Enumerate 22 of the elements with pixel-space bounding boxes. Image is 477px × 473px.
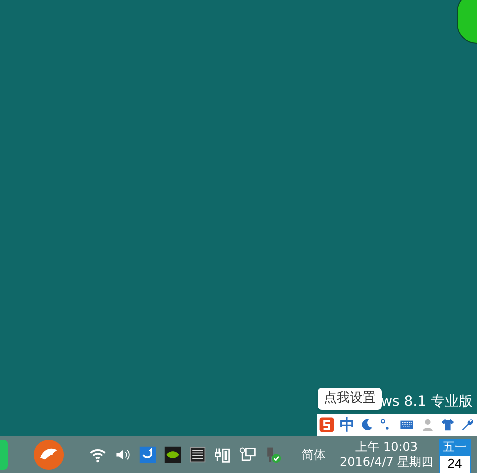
language-indicator[interactable]: 简体 [302, 446, 326, 464]
clock-time: 上午 10:03 [356, 440, 418, 454]
wrench-icon[interactable] [461, 418, 475, 432]
network-monitor-icon[interactable] [239, 446, 257, 464]
clock[interactable]: 上午 10:03 2016/4/7 星期四 [340, 440, 434, 470]
calendar-widget[interactable]: 五一 24 [439, 439, 471, 473]
start-button[interactable] [0, 440, 8, 470]
clock-date: 2016/4/7 星期四 [340, 454, 434, 470]
hook-app-icon[interactable] [139, 446, 157, 464]
shirt-icon[interactable] [440, 418, 456, 432]
calendar-weekday: 五一 [442, 439, 468, 456]
browser-app-icon[interactable] [33, 438, 65, 470]
ime-logo-icon[interactable] [319, 417, 335, 433]
battery-plug-icon[interactable] [214, 446, 232, 464]
tooltip: 点我设置 [318, 388, 382, 410]
os-edition-text: ws 8.1 专业版 [381, 393, 473, 412]
calendar-day: 24 [440, 456, 470, 473]
eye-logo-icon[interactable] [164, 446, 182, 464]
grid-panel-icon[interactable] [189, 446, 207, 464]
moon-icon[interactable] [360, 418, 374, 432]
keyboard-icon[interactable] [398, 418, 416, 432]
input-mode-toggle[interactable]: 中 [340, 414, 355, 436]
